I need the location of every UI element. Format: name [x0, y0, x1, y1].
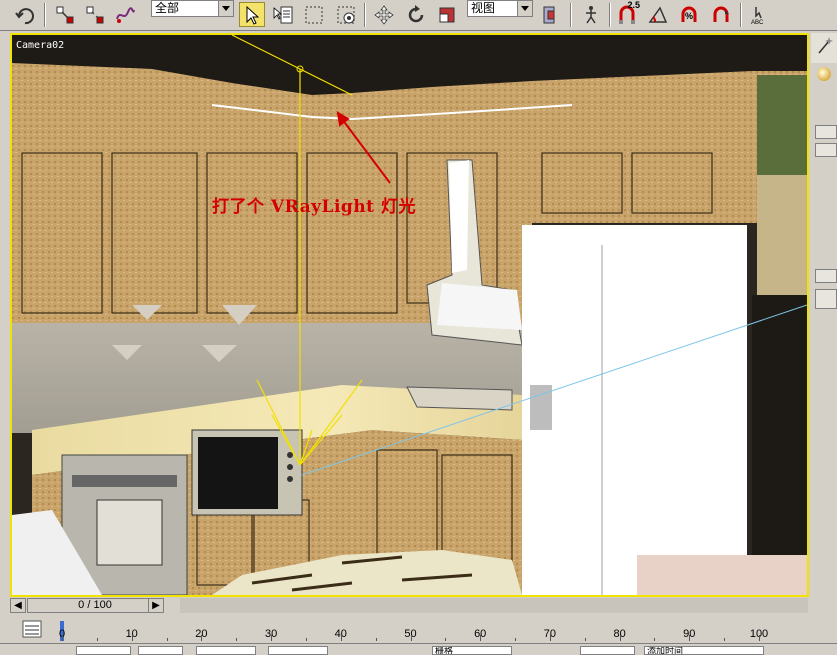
- svg-text:%: %: [685, 11, 693, 21]
- selection-filter-value: 全部: [155, 1, 180, 15]
- kitchen-scene-render: [12, 35, 807, 595]
- timeline-tick: [131, 635, 133, 641]
- selection-filter-dropdown[interactable]: 全部: [151, 0, 234, 17]
- status-bar: 栅格 添加时间: [0, 643, 837, 655]
- undo-icon[interactable]: [12, 2, 38, 27]
- timeline-tick: [201, 635, 203, 641]
- named-selection-icon[interactable]: ABC: [746, 2, 772, 27]
- command-panel-tabs[interactable]: [811, 33, 837, 63]
- timeline-tick: [480, 635, 482, 641]
- bind-spacewarp-icon[interactable]: [112, 2, 138, 27]
- spinner-snap-icon[interactable]: [708, 2, 734, 27]
- pivot-icon[interactable]: [537, 2, 563, 27]
- move-icon[interactable]: [371, 2, 397, 27]
- window-crossing-icon[interactable]: [333, 2, 359, 27]
- timeline-tick: [759, 635, 760, 641]
- rotate-icon[interactable]: [403, 2, 429, 27]
- timeline-tick: [410, 635, 412, 641]
- chevron-left-icon[interactable]: ◀: [10, 598, 26, 613]
- chevron-right-icon[interactable]: ▶: [148, 598, 164, 613]
- timeline-tick: [166, 638, 168, 641]
- timeline-tick: [689, 635, 691, 641]
- unlink-icon[interactable]: [82, 2, 108, 27]
- timeline-tick: [724, 638, 726, 641]
- rollout-row[interactable]: [815, 289, 837, 309]
- angle-snap-icon[interactable]: [645, 2, 671, 27]
- time-slider-thumb[interactable]: 0 / 100: [27, 598, 163, 613]
- status-field[interactable]: [268, 646, 328, 655]
- timeline-tick: [515, 638, 517, 641]
- chevron-down-icon: [218, 1, 233, 16]
- timeline-ruler[interactable]: 0 10 20 30 40 50 60 70 80 90 100: [59, 617, 770, 643]
- main-toolbar: 全部 视图 2.5 % ABC: [0, 0, 837, 31]
- sphere-icon[interactable]: [817, 67, 831, 81]
- time-slider-track[interactable]: [180, 598, 808, 613]
- reference-coord-dropdown[interactable]: 视图: [467, 0, 533, 17]
- timeline-tick: [445, 638, 447, 641]
- rollout-header[interactable]: [815, 269, 837, 283]
- viewport-label[interactable]: Camera02: [16, 40, 64, 51]
- time-slider-label: 0 / 100: [78, 599, 112, 611]
- grid-field: 栅格: [432, 646, 512, 655]
- rollout-row[interactable]: [815, 143, 837, 157]
- select-arrow-icon[interactable]: [239, 2, 265, 27]
- timeline-tick: [654, 638, 656, 641]
- reference-coord-value: 视图: [471, 1, 496, 15]
- rollout-header[interactable]: [815, 125, 837, 139]
- track-bar: 0 10 20 30 40 50 60 70 80 90 100: [0, 617, 837, 643]
- select-by-name-icon[interactable]: [270, 2, 296, 27]
- snap-toggle-icon[interactable]: 2.5: [614, 0, 640, 27]
- status-field[interactable]: [138, 646, 183, 655]
- timeline-tick: [375, 638, 377, 641]
- status-field[interactable]: [76, 646, 131, 655]
- percent-snap-icon[interactable]: %: [676, 2, 702, 27]
- add-time-tag[interactable]: 添加时间: [644, 646, 764, 655]
- scale-icon[interactable]: [434, 2, 460, 27]
- timeline-tick: [549, 635, 551, 641]
- wand-icon[interactable]: [811, 33, 837, 63]
- camera-viewport[interactable]: Camera02 打了个 VRayLight 灯光: [10, 33, 809, 597]
- command-panel: [811, 33, 837, 597]
- timeline-tick: [271, 635, 273, 641]
- rect-region-icon[interactable]: [301, 2, 327, 27]
- time-slider[interactable]: ◀ 0 / 100 ▶: [10, 598, 809, 615]
- timeline-tick: [236, 638, 238, 641]
- link-icon[interactable]: [52, 2, 78, 27]
- timeline-tick: [305, 638, 307, 641]
- status-field[interactable]: [196, 646, 256, 655]
- status-field[interactable]: [580, 646, 635, 655]
- timeline-tick: [96, 638, 98, 641]
- svg-text:ABC: ABC: [751, 20, 764, 26]
- timeline-tick: [584, 638, 586, 641]
- snap-angle-label: 2.5: [627, 0, 640, 10]
- chevron-down-icon: [517, 1, 532, 16]
- timeline-tick: [62, 635, 63, 641]
- timeline-tick: [340, 635, 342, 641]
- timeline-tick: [619, 635, 621, 641]
- curve-editor-icon[interactable]: [22, 620, 42, 638]
- left-strip: [0, 33, 10, 597]
- annotation-text: 打了个 VRayLight 灯光: [212, 197, 416, 217]
- mirror-icon[interactable]: [578, 2, 604, 27]
